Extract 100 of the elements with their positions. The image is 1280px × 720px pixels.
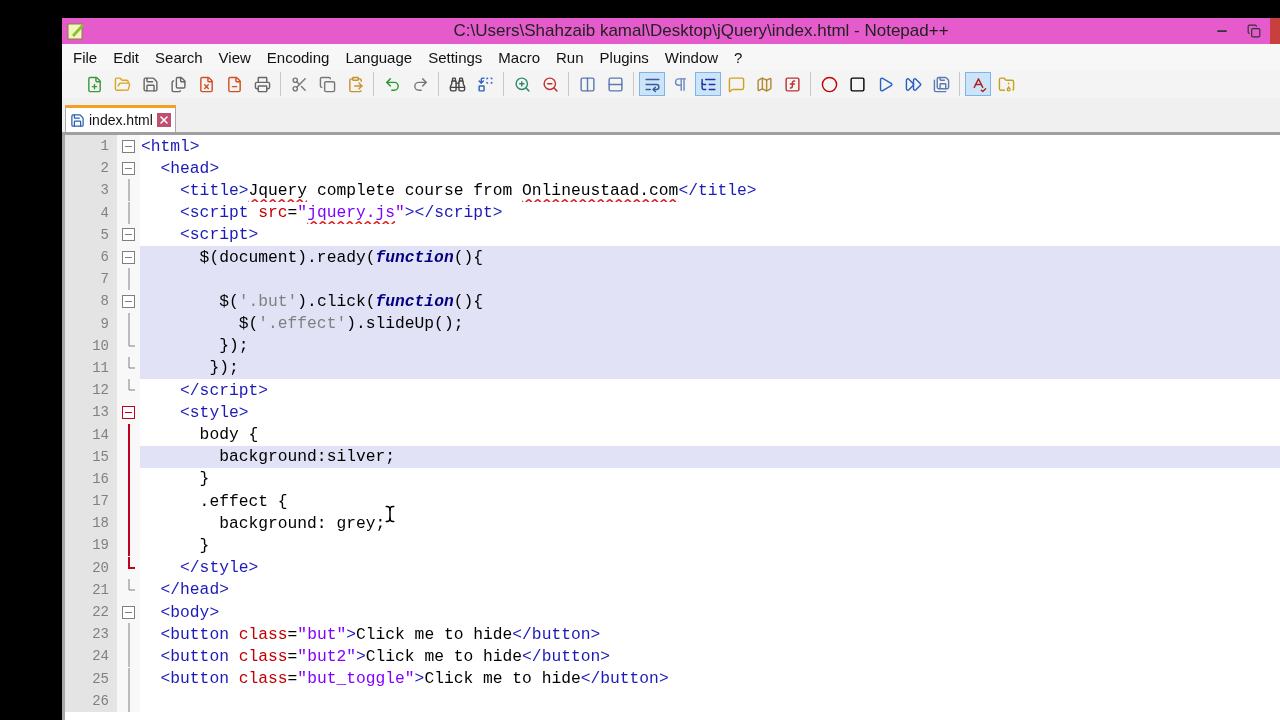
zoom-out-icon xyxy=(541,75,559,93)
paste-icon xyxy=(346,75,364,93)
restore-icon xyxy=(1247,24,1261,38)
fold-end-icon xyxy=(127,556,135,569)
fast-forward-icon xyxy=(904,75,922,93)
code-line: $(document).ready(function(){ xyxy=(198,247,483,267)
files-icon xyxy=(169,75,187,93)
code-line: $('.but').click(function(){ xyxy=(218,291,483,311)
code-line: </style> xyxy=(179,558,259,578)
line-number: 11 xyxy=(65,356,117,380)
replace-icon xyxy=(476,75,494,93)
fold-end-icon xyxy=(127,379,135,392)
macro-save-icon xyxy=(932,75,950,93)
line-number: 20 xyxy=(65,556,117,579)
line-number: 18 xyxy=(65,512,117,535)
line-number: 9 xyxy=(65,312,117,335)
fold-toggle-icon[interactable] xyxy=(122,605,135,619)
fold-end-icon xyxy=(127,334,135,347)
fold-toggle-icon[interactable] xyxy=(122,294,135,308)
menu-item[interactable]: Plugins xyxy=(591,48,657,66)
redo-icon xyxy=(411,75,429,93)
code-line: background: grey; xyxy=(218,513,386,533)
menu-item[interactable]: Settings xyxy=(420,48,491,66)
line-number: 14 xyxy=(65,423,117,446)
toolbar-button[interactable] xyxy=(695,72,721,96)
code-line: </head> xyxy=(159,580,229,600)
fold-line-icon xyxy=(127,312,130,335)
code-line: .effect { xyxy=(198,491,288,511)
code-line: <head> xyxy=(159,158,220,178)
fold-end-icon xyxy=(127,578,135,591)
menu-item[interactable]: Encoding xyxy=(258,48,338,66)
code-line: }); xyxy=(218,336,249,356)
fold-toggle-icon[interactable] xyxy=(122,139,135,153)
fold-toggle-icon[interactable] xyxy=(122,161,135,175)
line-number: 4 xyxy=(65,201,117,224)
line-number: 16 xyxy=(65,467,117,490)
menu-item[interactable]: Window xyxy=(656,48,727,66)
line-number: 12 xyxy=(65,379,117,402)
map-icon xyxy=(755,75,773,93)
columns-icon xyxy=(578,75,596,93)
line-number: 3 xyxy=(65,179,117,202)
close-tab-icon[interactable] xyxy=(156,113,171,127)
menu-item[interactable]: Search xyxy=(147,48,211,66)
function-icon xyxy=(783,75,801,93)
line-number: 5 xyxy=(65,223,117,246)
scissors-icon xyxy=(290,75,308,93)
line-number: 1 xyxy=(65,135,117,158)
line-number: 21 xyxy=(65,578,117,601)
line-number: 19 xyxy=(65,534,117,557)
code-line: <style> xyxy=(179,402,249,422)
speech-icon xyxy=(727,75,745,93)
new-file-icon xyxy=(85,75,103,93)
copy-icon xyxy=(318,75,336,93)
menu-item[interactable]: Macro xyxy=(490,48,548,66)
code-line: <button class="but">Click me to hide</button> xyxy=(159,624,601,644)
code-line: } xyxy=(198,535,210,555)
stop-icon xyxy=(848,75,866,93)
code-line: <title>Jquery complete course from Onlineustaad.com</title> xyxy=(179,180,757,200)
code-line: background:silver; xyxy=(218,447,396,467)
fold-toggle-icon[interactable] xyxy=(122,405,135,419)
code-line: $('.effect').slideUp(); xyxy=(237,314,464,334)
line-number: 17 xyxy=(65,490,117,513)
line-number: 22 xyxy=(65,600,117,624)
code-line: <button class="but_toggle">Click me to hide</button> xyxy=(159,669,669,689)
line-number: 7 xyxy=(65,268,117,291)
fold-toggle-icon[interactable] xyxy=(122,250,135,264)
code-line: }); xyxy=(208,358,239,378)
line-number: 25 xyxy=(65,667,117,690)
menu-item[interactable]: Run xyxy=(548,48,592,66)
fold-end-icon xyxy=(127,356,135,369)
record-icon xyxy=(820,75,838,93)
line-number: 6 xyxy=(65,245,117,269)
line-number: 13 xyxy=(65,401,117,424)
menu-item[interactable]: Language xyxy=(337,48,421,66)
notepad-icon xyxy=(66,21,86,41)
rows-icon xyxy=(606,75,624,93)
line-number: 15 xyxy=(65,445,117,468)
code-line: <script src="jquery.js"></script> xyxy=(179,203,503,223)
line-number: 2 xyxy=(65,157,117,180)
line-number: 26 xyxy=(65,689,117,712)
line-number: 8 xyxy=(65,290,117,313)
code-line: body { xyxy=(198,425,259,445)
menu-item[interactable]: File xyxy=(65,48,106,66)
fold-toggle-icon[interactable] xyxy=(122,228,135,242)
file-tab[interactable]: index.html xyxy=(65,105,176,132)
save-icon xyxy=(141,75,159,93)
code-line: } xyxy=(198,469,210,489)
menu-item[interactable]: ? xyxy=(726,48,751,66)
undo-icon xyxy=(383,75,401,93)
binoculars-icon xyxy=(448,75,466,93)
code-line: <script> xyxy=(179,225,259,245)
save-icon xyxy=(70,112,85,128)
file-close-icon xyxy=(197,75,215,93)
line-number: 23 xyxy=(65,623,117,646)
menu-item[interactable]: View xyxy=(210,48,259,66)
code-line: <html> xyxy=(140,136,200,156)
printer-icon xyxy=(253,75,271,93)
code-line: <button class="but2">Click me to hide</button> xyxy=(159,646,611,666)
menu-item[interactable]: Edit xyxy=(105,48,148,66)
zoom-in-icon xyxy=(513,75,531,93)
